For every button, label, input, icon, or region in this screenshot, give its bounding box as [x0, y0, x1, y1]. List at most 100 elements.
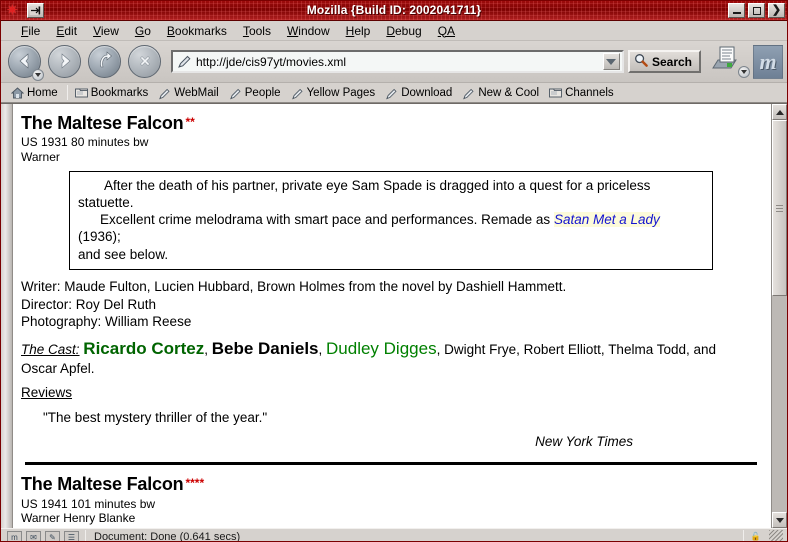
window-controls: ❯: [728, 3, 785, 18]
addressbook-icon[interactable]: ☰: [64, 530, 79, 541]
bookmark-icon: [462, 87, 475, 99]
bookmark-label: Bookmarks: [90, 86, 149, 99]
browser-icon[interactable]: m: [7, 530, 22, 541]
movie-meta-line: US 1941 101 minutes bw: [21, 496, 156, 511]
forward-arrow-icon: [61, 53, 70, 69]
rating-stars: **: [185, 115, 195, 129]
home-icon: [10, 86, 25, 99]
print-button[interactable]: [709, 44, 750, 80]
url-text[interactable]: http://jde/cis97yt/movies.xml: [196, 55, 603, 69]
location-bar[interactable]: http://jde/cis97yt/movies.xml: [171, 50, 624, 73]
search-icon: [634, 53, 648, 70]
bookmark-webmail[interactable]: WebMail: [154, 86, 225, 100]
back-arrow-icon: [19, 53, 28, 69]
rating-stars: ****: [185, 476, 205, 491]
menu-bookmarks[interactable]: Bookmarks: [159, 23, 235, 39]
movie-entry: The Maltese Falcon **** US 1941 101 minut…: [21, 473, 761, 528]
status-message: Document: Done (0.641 secs): [94, 531, 241, 542]
back-history-dropdown[interactable]: [32, 68, 44, 81]
print-dropdown[interactable]: [738, 65, 750, 78]
movie-description-box: After the death of his partner, private …: [69, 170, 713, 270]
scrollbar-thumb[interactable]: [772, 120, 787, 297]
url-dropdown-button[interactable]: [602, 53, 620, 70]
reload-icon: [99, 51, 112, 68]
bookmark-label: New & Cool: [478, 86, 540, 99]
reload-button[interactable]: [85, 43, 123, 81]
scroll-down-button[interactable]: [772, 512, 787, 528]
menu-help[interactable]: Help: [338, 23, 379, 39]
bookmark-label: Channels: [565, 86, 614, 99]
movie-heading: The Maltese Falcon **: [21, 112, 761, 135]
bookmark-channels[interactable]: Channels: [545, 86, 620, 100]
review-source: New York Times: [535, 433, 633, 449]
review-quote: "The best mystery thriller of the year.": [43, 410, 268, 426]
reviews-heading[interactable]: Reviews: [21, 384, 761, 402]
folder-icon: [74, 87, 88, 99]
menu-bar: File Edit View Go Bookmarks Tools Window…: [1, 21, 787, 41]
cast-tail: , and: [685, 341, 717, 357]
scroll-up-button[interactable]: [772, 104, 787, 120]
title-bar: ✷ Mozilla {Build ID: 2002041711} ❯: [1, 1, 787, 21]
stop-button[interactable]: [125, 43, 163, 81]
mail-icon[interactable]: ✉: [26, 530, 41, 541]
bookmark-new-and-cool[interactable]: New & Cool: [458, 86, 545, 100]
bookmark-people[interactable]: People: [225, 86, 287, 100]
movie-credits: Writer: Maude Fulton, Lucien Hubbard, Br…: [21, 278, 761, 331]
back-button[interactable]: [5, 43, 44, 81]
bookmark-label: Yellow Pages: [306, 86, 376, 99]
component-bar: m ✉ ✎ ☰: [1, 530, 85, 541]
movie-cast: The Cast: Ricardo Cortez, Bebe Daniels, …: [21, 338, 717, 377]
movie-studio: Warner Henry Blanke: [21, 511, 136, 526]
description-line-3: and see below.: [78, 246, 169, 262]
bookmark-icon: [229, 87, 242, 99]
bookmark-home[interactable]: Home: [7, 86, 64, 100]
section-divider: [25, 462, 757, 466]
folder-icon: [549, 87, 563, 99]
menu-file[interactable]: File: [13, 23, 48, 39]
navigation-toolbar: http://jde/cis97yt/movies.xml Search m: [1, 41, 787, 83]
menu-edit[interactable]: Edit: [48, 23, 85, 39]
menu-debug[interactable]: Debug: [378, 23, 429, 39]
credit-director: Director: Roy Del Ruth: [21, 296, 157, 312]
movie-meta-line: US 1931 80 minutes bw: [21, 135, 149, 150]
bookmark-bookmarks[interactable]: Bookmarks: [71, 86, 155, 100]
movie-studio: Warner: [21, 150, 60, 165]
security-lock-icon[interactable]: 🔓: [748, 531, 763, 542]
content-area: The Maltese Falcon ** US 1931 80 minutes …: [1, 103, 787, 528]
left-gutter: [1, 104, 13, 528]
search-button[interactable]: Search: [627, 50, 701, 73]
bookmark-icon: [158, 87, 171, 99]
close-button[interactable]: ❯: [768, 3, 785, 18]
related-film-link[interactable]: Satan Met a Lady: [553, 212, 660, 228]
menu-tools[interactable]: Tools: [235, 23, 279, 39]
status-bar: m ✉ ✎ ☰ Document: Done (0.641 secs) 🔓: [1, 528, 787, 542]
cast-member: Ricardo Cortez: [83, 338, 205, 358]
menu-window[interactable]: Window: [279, 23, 338, 39]
composer-icon[interactable]: ✎: [45, 530, 60, 541]
cast-member: Dwight Frye: [444, 341, 517, 357]
movie-entry: The Maltese Falcon ** US 1931 80 minutes …: [21, 112, 761, 450]
forward-button[interactable]: [45, 43, 83, 81]
bookmark-icon: [385, 87, 398, 99]
movie-heading: The Maltese Falcon ****: [21, 473, 761, 496]
bookmark-download[interactable]: Download: [381, 86, 458, 100]
menu-qa[interactable]: QA: [430, 23, 463, 39]
mozilla-logo-icon[interactable]: m: [753, 44, 783, 79]
window-title: Mozilla {Build ID: 2002041711}: [306, 3, 482, 17]
minimize-button[interactable]: [728, 3, 745, 18]
vertical-scrollbar[interactable]: [771, 104, 787, 528]
bookmark-label: WebMail: [174, 86, 219, 99]
resize-grip[interactable]: [769, 530, 783, 541]
menu-go[interactable]: Go: [127, 23, 159, 39]
bookmark-label: Download: [401, 86, 453, 99]
scrollbar-track[interactable]: [772, 120, 787, 512]
location-bar-area: http://jde/cis97yt/movies.xml Search: [171, 47, 701, 77]
browser-window: ✷ Mozilla {Build ID: 2002041711} ❯ File …: [0, 0, 788, 542]
toolbar-separator: [66, 85, 68, 100]
bookmark-yellow-pages[interactable]: Yellow Pages: [287, 86, 382, 100]
movie-title: The Maltese Falcon: [21, 474, 184, 495]
maximize-button[interactable]: [748, 3, 765, 18]
menu-view[interactable]: View: [85, 23, 127, 39]
cast-member: Thelma Todd: [608, 341, 686, 357]
cast-member: Bebe Daniels: [211, 338, 319, 358]
